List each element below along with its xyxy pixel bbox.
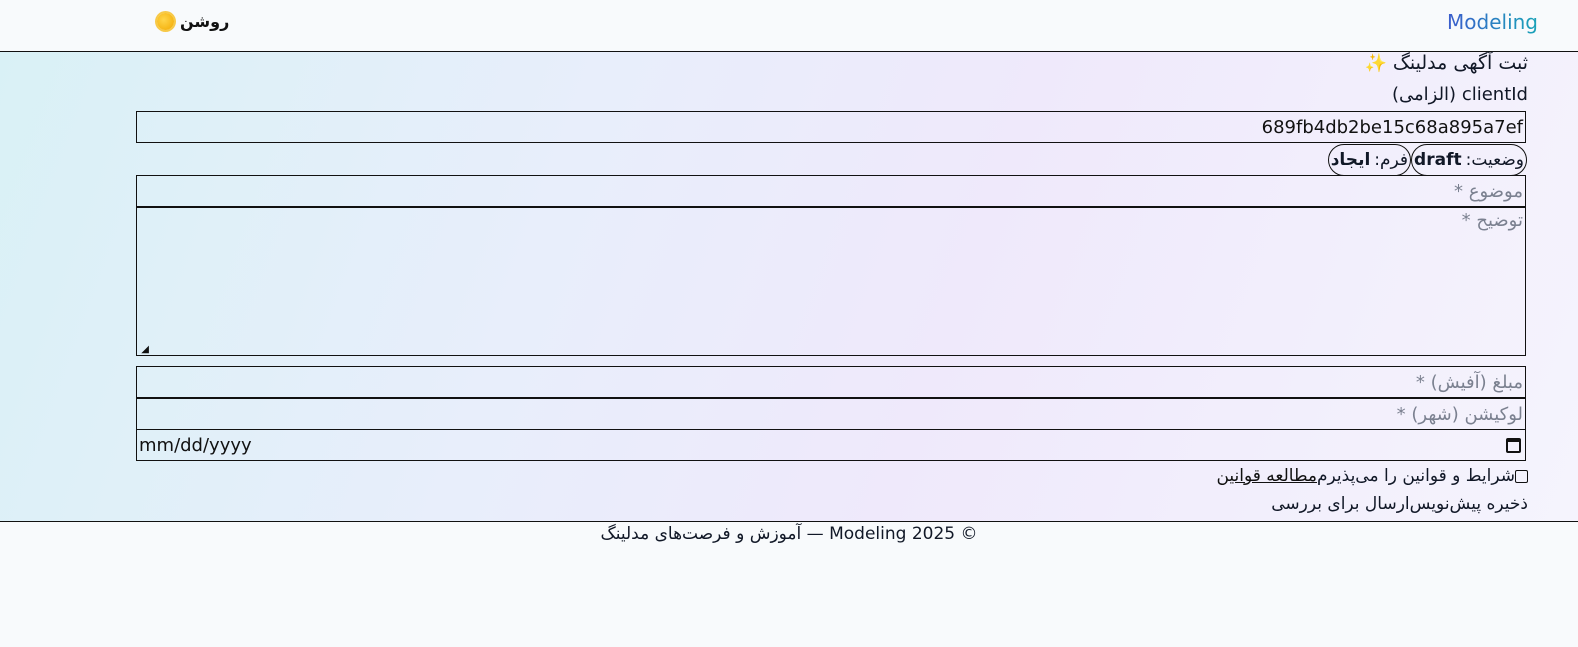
client-id-label: clientId (الزامی) bbox=[1391, 84, 1528, 105]
date-placeholder: mm/dd/yyyy bbox=[139, 434, 252, 456]
theme-label: روشن bbox=[180, 12, 230, 31]
submit-for-review-button[interactable]: ارسال برای بررسی bbox=[1271, 494, 1409, 514]
terms-link[interactable]: مطالعه قوانین bbox=[1216, 466, 1317, 486]
subject-input[interactable]: موضوع * bbox=[136, 175, 1526, 207]
terms-row: شرایط و قوانین را می‌پذیرم مطالعه قوانین bbox=[1216, 464, 1528, 488]
terms-checkbox[interactable] bbox=[1515, 469, 1528, 483]
brand-logo[interactable]: Modeling bbox=[1447, 10, 1538, 34]
save-draft-button[interactable]: ذخیره پیش‌نویس bbox=[1410, 494, 1528, 514]
terms-label: شرایط و قوانین را می‌پذیرم bbox=[1317, 466, 1515, 486]
location-placeholder: لوکیشن (شهر) * bbox=[1396, 403, 1523, 425]
client-id-input[interactable]: 689fb4db2be15c68a895a7ef bbox=[136, 111, 1526, 143]
description-placeholder: توضیح * bbox=[1461, 210, 1523, 231]
date-input[interactable]: mm/dd/yyyy bbox=[136, 429, 1526, 461]
resize-handle-icon[interactable]: ◢ bbox=[139, 344, 149, 355]
calendar-icon[interactable] bbox=[1506, 437, 1521, 453]
status-row: وضعیت: draft فرم: ایجاد bbox=[1327, 144, 1527, 176]
page-title-text: ثبت آگهی مدلینگ bbox=[1392, 52, 1528, 74]
subject-placeholder: موضوع * bbox=[1454, 180, 1523, 202]
price-input[interactable]: مبلغ (آفیش) * bbox=[136, 366, 1526, 398]
footer-text: © 2025 Modeling — آموزش و فرصت‌های مدلین… bbox=[600, 524, 978, 544]
form-actions: ذخیره پیش‌نویس ارسال برای بررسی bbox=[1271, 494, 1528, 514]
client-id-value: 689fb4db2be15c68a895a7ef bbox=[1261, 116, 1523, 138]
form-mode-label: فرم: bbox=[1374, 150, 1409, 170]
sparkles-icon: ✨ bbox=[1364, 53, 1387, 74]
status-badge: وضعیت: draft bbox=[1411, 144, 1527, 176]
location-input[interactable]: لوکیشن (شهر) * bbox=[136, 398, 1526, 430]
sun-icon bbox=[157, 13, 174, 30]
status-label: وضعیت: bbox=[1465, 150, 1524, 170]
page-title: ثبت آگهی مدلینگ ✨ bbox=[1356, 52, 1528, 74]
price-placeholder: مبلغ (آفیش) * bbox=[1415, 371, 1523, 393]
footer: © 2025 Modeling — آموزش و فرصت‌های مدلین… bbox=[0, 522, 1578, 544]
status-value: draft bbox=[1414, 150, 1462, 170]
top-navbar: Modeling روشن bbox=[0, 0, 1578, 52]
form-mode-badge: فرم: ایجاد bbox=[1327, 144, 1412, 176]
main-content: ثبت آگهی مدلینگ ✨ clientId (الزامی) 689f… bbox=[0, 52, 1578, 522]
description-textarea[interactable]: توضیح * ◢ bbox=[136, 207, 1526, 356]
form-mode-value: ایجاد bbox=[1330, 150, 1371, 170]
theme-toggle-button[interactable]: روشن bbox=[157, 12, 229, 31]
